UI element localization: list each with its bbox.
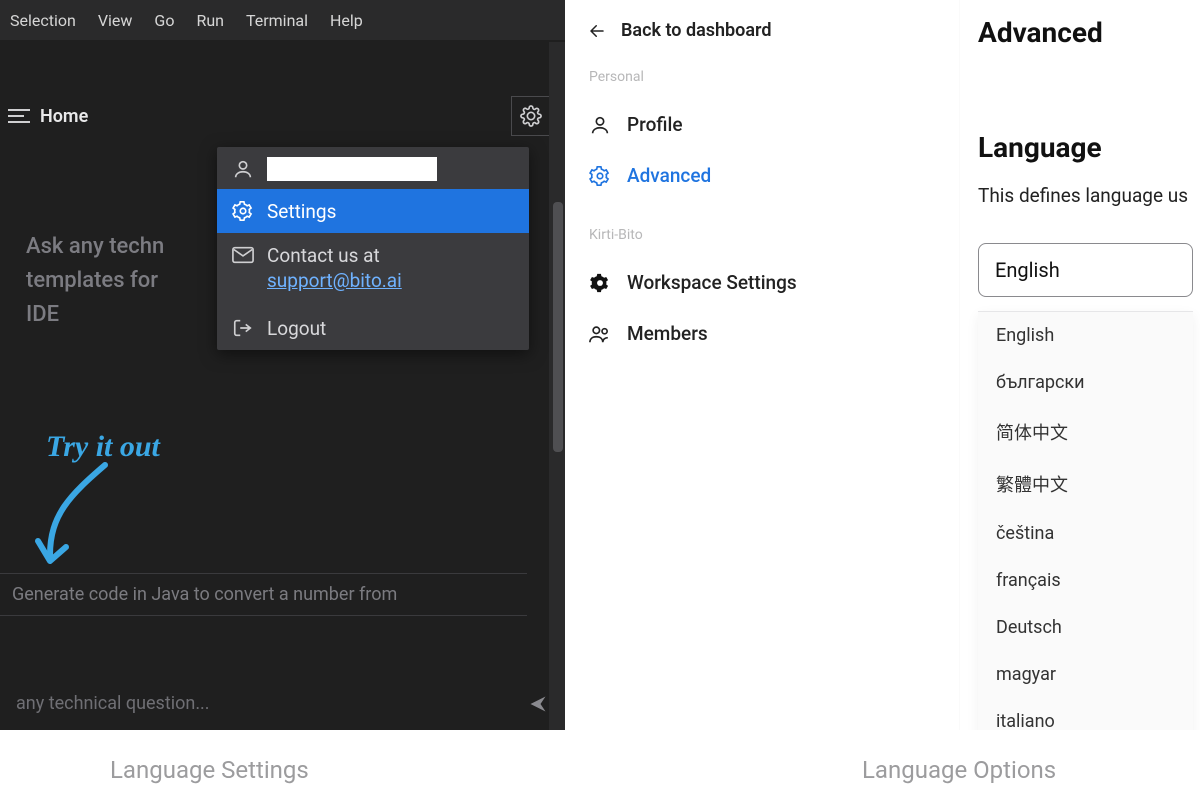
scrollbar-thumb[interactable]: [553, 202, 563, 452]
person-icon: [231, 157, 255, 181]
gear-solid-icon: [589, 272, 611, 294]
gear-icon: [520, 105, 542, 127]
ide-header: Home: [0, 90, 565, 142]
ide-menubar: Selection View Go Run Terminal Help: [0, 0, 565, 40]
back-to-dashboard[interactable]: Back to dashboard: [583, 16, 941, 61]
arrow-left-icon: [587, 22, 607, 40]
back-label: Back to dashboard: [621, 20, 771, 41]
ask-input[interactable]: any technical question...: [16, 693, 210, 714]
send-button[interactable]: [527, 694, 549, 714]
nav-workspace-settings-label: Workspace Settings: [627, 271, 797, 294]
settings-content: Advanced Language This defines language …: [960, 0, 1200, 730]
caption-right: Language Options: [862, 756, 1056, 784]
menu-run[interactable]: Run: [196, 11, 224, 30]
nav-advanced[interactable]: Advanced: [583, 150, 941, 201]
language-description: This defines language us: [978, 184, 1200, 207]
gear-icon: [231, 199, 255, 223]
curved-arrow-icon: [10, 455, 120, 575]
menu-view[interactable]: View: [98, 11, 133, 30]
dropdown-contact[interactable]: Contact us at support@bito.ai: [217, 233, 529, 306]
settings-sidebar: Back to dashboard Personal Profile Advan…: [565, 0, 960, 730]
scrollbar-track: [549, 42, 565, 730]
menu-lines-icon: [8, 108, 30, 124]
page-title: Advanced: [978, 16, 1200, 49]
nav-members[interactable]: Members: [583, 308, 941, 359]
send-icon: [527, 694, 549, 714]
language-option[interactable]: 简体中文: [978, 406, 1193, 458]
redacted-email: [267, 157, 437, 181]
menu-terminal[interactable]: Terminal: [246, 11, 308, 30]
dropdown-logout[interactable]: Logout: [217, 306, 529, 350]
menu-help[interactable]: Help: [330, 11, 363, 30]
nav-advanced-label: Advanced: [627, 164, 711, 187]
nav-members-label: Members: [627, 322, 708, 345]
settings-panel: Back to dashboard Personal Profile Advan…: [565, 0, 1200, 730]
nav-workspace-settings[interactable]: Workspace Settings: [583, 257, 941, 308]
logout-label: Logout: [267, 317, 326, 340]
dropdown-settings-label: Settings: [267, 200, 336, 223]
language-select[interactable]: English: [978, 243, 1193, 297]
home-button[interactable]: Home: [8, 106, 88, 127]
menu-selection[interactable]: Selection: [10, 11, 76, 30]
caption-left: Language Settings: [110, 756, 309, 784]
settings-gear-button[interactable]: [511, 96, 551, 136]
language-option[interactable]: Deutsch: [978, 604, 1193, 651]
section-personal: Personal: [583, 61, 941, 99]
home-label: Home: [40, 106, 88, 127]
language-option[interactable]: français: [978, 557, 1193, 604]
contact-email-link[interactable]: support@bito.ai: [267, 269, 402, 292]
person-icon: [589, 114, 611, 136]
ide-panel: Selection View Go Run Terminal Help × Ho…: [0, 0, 565, 730]
language-option[interactable]: 繁體中文: [978, 458, 1193, 510]
nav-profile-label: Profile: [627, 113, 683, 136]
nav-profile[interactable]: Profile: [583, 99, 941, 150]
language-option[interactable]: български: [978, 359, 1193, 406]
gear-icon: [589, 165, 611, 187]
menu-go[interactable]: Go: [154, 11, 174, 30]
dropdown-profile[interactable]: [217, 147, 529, 189]
people-icon: [589, 323, 611, 345]
suggestion-card[interactable]: Generate code in Java to convert a numbe…: [0, 573, 527, 616]
section-workspace: Kirti-Bito: [583, 219, 941, 257]
account-dropdown: Settings Contact us at support@bito.ai L…: [217, 147, 529, 350]
contact-label: Contact us at: [267, 244, 380, 267]
logout-icon: [231, 316, 255, 340]
dropdown-settings[interactable]: Settings: [217, 189, 529, 233]
language-options-list: English български 简体中文 繁體中文 čeština fran…: [978, 311, 1193, 730]
language-option[interactable]: čeština: [978, 510, 1193, 557]
ask-input-row: any technical question...: [0, 683, 565, 724]
language-option[interactable]: italiano: [978, 698, 1193, 730]
language-heading: Language: [978, 131, 1200, 164]
mail-icon: [231, 243, 255, 267]
language-option[interactable]: magyar: [978, 651, 1193, 698]
language-option[interactable]: English: [978, 312, 1193, 359]
